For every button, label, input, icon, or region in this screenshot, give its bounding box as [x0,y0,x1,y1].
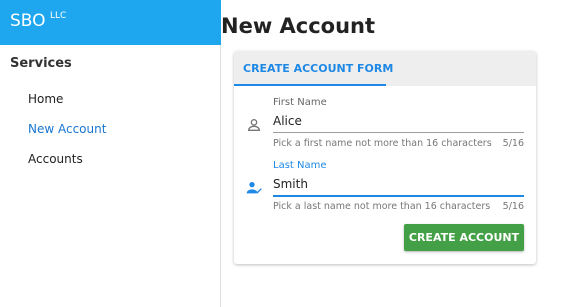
create-account-card: CREATE ACCOUNT FORM First Name Pick a fi… [234,51,536,264]
first-name-counter: 5/16 [502,138,524,149]
brand-suffix: LLC [50,11,67,21]
person-check-icon [246,182,262,194]
card-header: CREATE ACCOUNT FORM [234,51,536,86]
last-name-counter: 5/16 [502,201,524,212]
tab-create-account-form[interactable]: CREATE ACCOUNT FORM [234,51,402,86]
create-account-button[interactable]: CREATE ACCOUNT [404,224,524,251]
first-name-hint: Pick a first name not more than 16 chara… [273,138,492,149]
last-name-label: Last Name [273,160,327,171]
sidebar-item-accounts[interactable]: Accounts [28,152,83,166]
first-name-input[interactable] [273,110,524,132]
first-name-field: First Name Pick a first name not more th… [234,97,536,155]
last-name-hint: Pick a last name not more than 16 charac… [273,201,491,212]
sidebar-title: Services [10,56,72,71]
first-name-underline [273,132,524,133]
first-name-label: First Name [273,97,327,108]
page-title: New Account [221,14,376,38]
last-name-field: Last Name Pick a last name not more than… [234,160,536,218]
last-name-underline [273,195,524,197]
brand-name: SBO [10,11,46,31]
tab-active-indicator [234,84,386,86]
sidebar-item-new-account[interactable]: New Account [28,122,106,136]
sidebar: SBO LLC Services Home New Account Accoun… [0,0,221,307]
last-name-input[interactable] [273,173,524,195]
sidebar-item-home[interactable]: Home [28,92,63,106]
brand-bar: SBO LLC [0,0,221,45]
person-icon [247,119,261,131]
